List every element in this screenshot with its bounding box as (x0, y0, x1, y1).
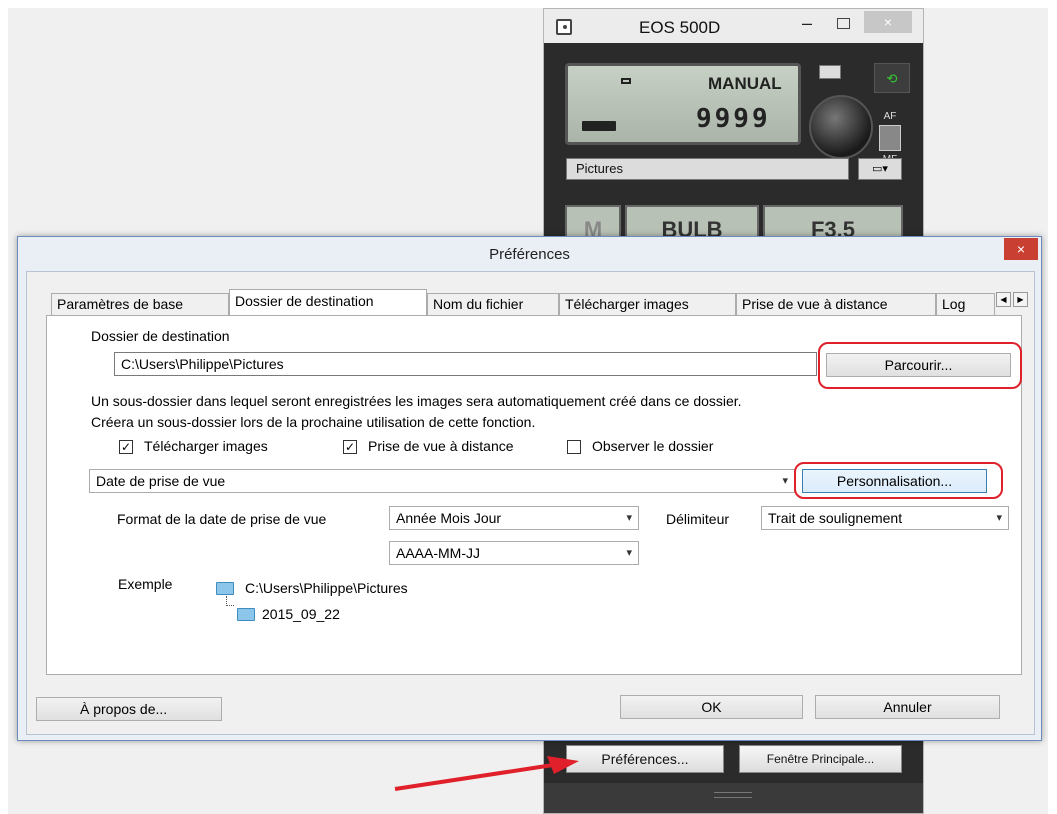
eos-window-title: EOS 500D (639, 18, 721, 37)
tab-basic-settings[interactable]: Paramètres de base (51, 293, 229, 315)
af-mf-toggle[interactable] (879, 125, 901, 151)
date-pattern-select[interactable]: AAAA-MM-JJ ▾ (389, 541, 639, 565)
date-pattern-value: AAAA-MM-JJ (396, 545, 480, 561)
date-format-label: Format de la date de prise de vue (117, 511, 327, 527)
delimiter-label: Délimiteur (666, 511, 730, 527)
info-text-line2: Créera un sous-dossier lors de la procha… (91, 414, 536, 430)
dialog-title: Préférences (489, 246, 570, 263)
eos-preferences-button[interactable]: Préférences... (566, 745, 724, 773)
tab-scroll-left-icon[interactable]: ◀ (996, 292, 1011, 307)
watch-folder-checkbox[interactable] (567, 440, 581, 454)
destination-path-input[interactable]: C:\Users\Philippe\Pictures (114, 352, 817, 376)
live-view-icon[interactable]: ⟲ (874, 63, 910, 93)
delimiter-select[interactable]: Trait de soulignement ▾ (761, 506, 1009, 530)
maximize-button[interactable] (828, 13, 858, 35)
subfolder-type-select[interactable]: Date de prise de vue ▾ (89, 469, 795, 493)
white-balance-icon[interactable] (819, 65, 841, 79)
about-button[interactable]: À propos de... (36, 697, 222, 721)
grip-icon (714, 792, 752, 798)
shooting-mode-text: MANUAL (708, 74, 782, 93)
tab-log[interactable]: Log (936, 293, 995, 315)
subfolder-icon (237, 608, 255, 621)
eos-resize-bar[interactable] (544, 783, 923, 813)
download-images-checkbox[interactable]: ✓ (119, 440, 133, 454)
tree-connector (226, 596, 234, 606)
folder-icon (216, 582, 234, 595)
drive-mode-icon (621, 78, 631, 84)
browse-highlight (818, 342, 1022, 389)
shutter-dial[interactable] (809, 95, 873, 159)
tab-scroll-right-icon[interactable]: ▶ (1013, 292, 1028, 307)
date-order-value: Année Mois Jour (396, 510, 502, 526)
remote-shooting-checkbox[interactable]: ✓ (343, 440, 357, 454)
camera-app-icon (556, 19, 572, 35)
example-root-path: C:\Users\Philippe\Pictures (245, 580, 408, 596)
folder-menu-button[interactable]: ▭▾ (858, 158, 902, 180)
chevron-down-icon: ▾ (626, 547, 632, 559)
remote-shooting-label: Prise de vue à distance (368, 438, 514, 454)
tab-file-name[interactable]: Nom du fichier (427, 293, 559, 315)
chevron-down-icon: ▾ (626, 512, 632, 524)
camera-folder-field[interactable]: Pictures (566, 158, 849, 180)
dialog-close-button[interactable]: × (1004, 238, 1038, 260)
eos-close-button[interactable]: × (864, 11, 912, 33)
chevron-down-icon: ▾ (782, 475, 788, 487)
camera-lcd-display: MANUAL 9999 (565, 63, 801, 145)
red-arrow-annotation (394, 756, 579, 791)
example-subfolder: 2015_09_22 (262, 606, 340, 622)
eos-titlebar: EOS 500D – × (544, 9, 923, 43)
tab-download-images[interactable]: Télécharger images (559, 293, 736, 315)
date-order-select[interactable]: Année Mois Jour ▾ (389, 506, 639, 530)
tab-remote-shooting[interactable]: Prise de vue à distance (736, 293, 936, 315)
shots-remaining: 9999 (696, 104, 771, 134)
delimiter-value: Trait de soulignement (768, 510, 903, 526)
battery-icon (582, 121, 616, 131)
customize-highlight (794, 462, 1003, 499)
subfolder-type-value: Date de prise de vue (96, 473, 226, 489)
destination-folder-label: Dossier de destination (91, 328, 230, 344)
cancel-button[interactable]: Annuler (815, 695, 1000, 719)
example-label: Exemple (118, 576, 173, 592)
ok-button[interactable]: OK (620, 695, 803, 719)
watch-folder-label: Observer le dossier (592, 438, 714, 454)
info-text-line1: Un sous-dossier dans lequel seront enreg… (91, 393, 742, 409)
tab-destination-folder[interactable]: Dossier de destination (229, 289, 427, 315)
download-images-label: Télécharger images (144, 438, 268, 454)
chevron-down-icon: ▾ (996, 512, 1002, 524)
af-label: AF (883, 111, 897, 122)
minimize-button[interactable]: – (792, 13, 822, 35)
main-window-button[interactable]: Fenêtre Principale... (739, 745, 902, 773)
